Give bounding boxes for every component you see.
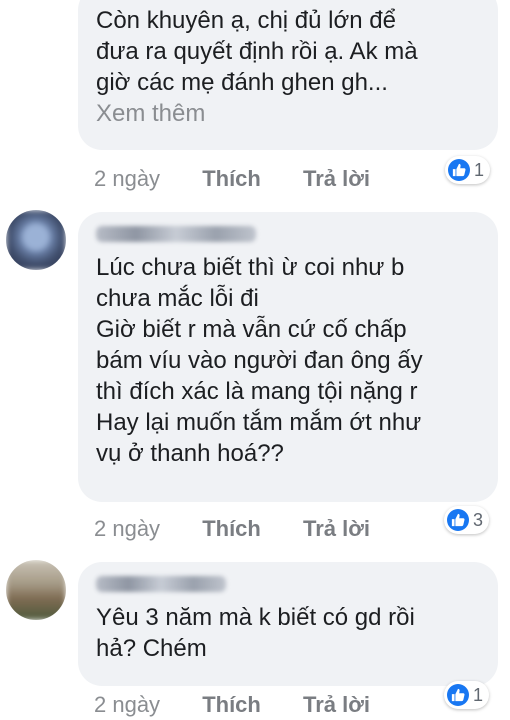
like-icon (447, 509, 469, 531)
comment-bubble: Yêu 3 năm mà k biết có gd rồi hả? Chém (78, 562, 498, 686)
comment-text-line: chưa mắc lỗi đi (96, 285, 259, 312)
comment-timestamp: 2 ngày (94, 692, 161, 717)
avatar[interactable] (6, 560, 66, 620)
reaction-count: 3 (473, 509, 484, 530)
comment-text-line: Còn khuyên ạ, chị đủ lớn để (96, 7, 396, 34)
reply-button[interactable]: Trả lời (303, 690, 370, 720)
comment-timestamp: 2 ngày (94, 166, 161, 191)
comment-text-line: Hay lại muốn tắm mắm ớt như (96, 409, 422, 436)
comment-bubble: Còn khuyên ạ, chị đủ lớn để đưa ra quyết… (78, 0, 498, 150)
comment-actions: 2 ngày Thích Trả lời (94, 690, 370, 720)
commenter-name-blurred[interactable] (96, 576, 226, 592)
reaction-count: 1 (474, 159, 485, 180)
like-icon (447, 684, 469, 706)
reply-button[interactable]: Trả lời (303, 164, 370, 194)
comment-text-line: vụ ở thanh hoá?? (96, 440, 284, 467)
reaction-count: 1 (473, 684, 484, 705)
avatar[interactable] (6, 210, 66, 270)
comment-text-line: đưa ra quyết định rồi ạ. Ak mà (96, 38, 418, 65)
comment-text-line: hả? Chém (96, 635, 207, 662)
like-button[interactable]: Thích (202, 164, 261, 194)
comment-actions: 2 ngày Thích Trả lời (94, 514, 370, 544)
like-button[interactable]: Thích (202, 690, 261, 720)
comment-text-line: bám víu vào người đan ông ấy (96, 347, 423, 374)
comment-text-line: Giờ biết r mà vẫn cứ cố chấp (96, 316, 407, 343)
comment-bubble: Lúc chưa biết thì ừ coi như b chưa mắc l… (78, 212, 498, 502)
comment-timestamp: 2 ngày (94, 516, 161, 541)
comment-text-line: giờ các mẹ đánh ghen gh... (96, 69, 388, 96)
reply-button[interactable]: Trả lời (303, 514, 370, 544)
commenter-name-blurred[interactable] (96, 226, 256, 242)
comment-actions: 2 ngày Thích Trả lời (94, 164, 370, 194)
comment-text-line: thì đích xác là mang tội nặng r (96, 378, 418, 405)
comment-text-line: Lúc chưa biết thì ừ coi như b (96, 254, 405, 281)
see-more-link[interactable]: Xem thêm (96, 98, 480, 129)
comment-text-line: Yêu 3 năm mà k biết có gd rồi (96, 604, 415, 631)
reaction-badge[interactable]: 1 (444, 681, 490, 709)
like-button[interactable]: Thích (202, 514, 261, 544)
like-icon (448, 159, 470, 181)
reaction-badge[interactable]: 3 (444, 506, 490, 534)
reaction-badge[interactable]: 1 (445, 156, 491, 184)
